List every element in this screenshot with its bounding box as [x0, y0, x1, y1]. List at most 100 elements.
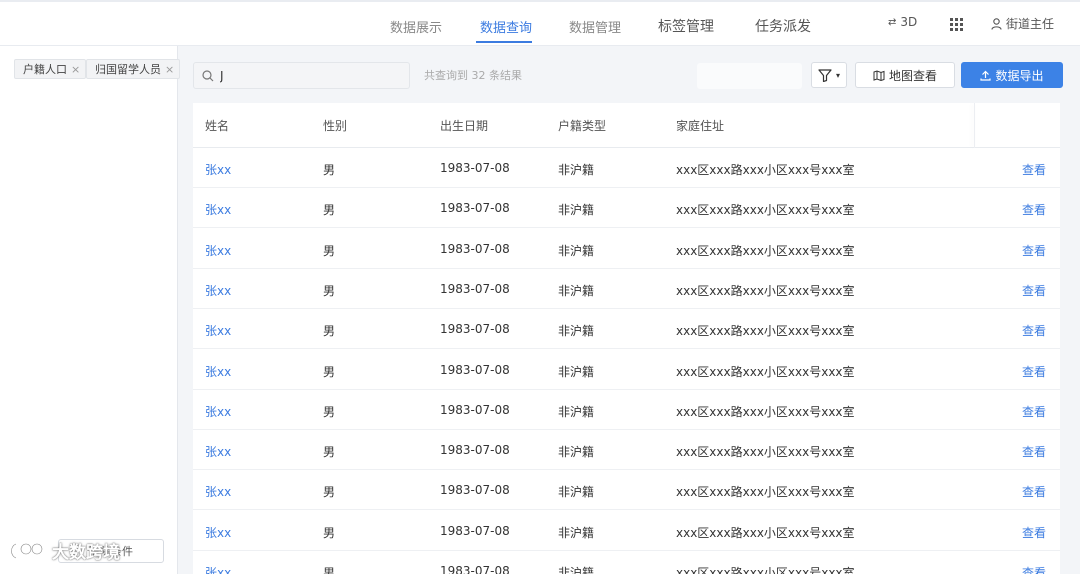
header-household-type: 户籍类型 [558, 119, 607, 133]
view-link[interactable]: 查看 [1022, 564, 1046, 574]
gender-cell: 男 [323, 525, 336, 540]
search-input[interactable] [220, 68, 400, 83]
watermark: 大数跨境 [8, 538, 120, 563]
address-cell: xxx区xxx路xxx小区xxx号xxx室 [676, 525, 855, 540]
filter-dropdown-button[interactable]: ▾ [811, 62, 847, 88]
table-row: 张xx 男 1983-07-08 非沪籍 xxx区xxx路xxx小区xxx号xxx室 查看 [193, 390, 1060, 430]
swap-arrows-icon: ⇄ [888, 16, 897, 28]
close-icon[interactable]: × [165, 63, 174, 76]
filter-sidebar: 户籍人口 × 归国留学人员 × 清除条件 大数跨境 [0, 46, 181, 574]
household-type-cell: 非沪籍 [558, 485, 595, 500]
household-type-cell: 非沪籍 [558, 243, 595, 258]
map-view-button[interactable]: 地图查看 [855, 62, 955, 88]
address-cell: xxx区xxx路xxx小区xxx号xxx室 [676, 445, 855, 460]
results-table: 姓名 性别 出生日期 户籍类型 家庭住址 张xx 男 1983-07-08 非沪籍 xx… [193, 103, 1060, 574]
view-link[interactable]: 查看 [1022, 443, 1046, 460]
table-row: 张xx 男 1983-07-08 非沪籍 xxx区xxx路xxx小区xxx号xxx室 查看 [193, 309, 1060, 350]
birth-date-cell: 1983-07-08 [440, 362, 510, 377]
birth-date-cell: 1983-07-08 [440, 322, 510, 337]
view-link[interactable]: 查看 [1022, 322, 1046, 339]
filter-tag-returnees: 归国留学人员 × [86, 59, 181, 79]
table-row: 张xx 男 1983-07-08 非沪籍 xxx区xxx路xxx小区xxx号xxx室 查看 [193, 229, 1060, 269]
name-link[interactable]: 张xx [205, 564, 231, 574]
funnel-icon [818, 68, 832, 82]
birth-date-cell: 1983-07-08 [440, 201, 510, 216]
search-icon [202, 69, 214, 81]
gender-cell: 男 [323, 566, 336, 574]
gender-cell: 男 [323, 445, 336, 460]
close-icon[interactable]: × [71, 63, 80, 76]
household-type-cell: 非沪籍 [558, 163, 595, 177]
view-link[interactable]: 查看 [1022, 201, 1046, 218]
birth-date-cell: 1983-07-08 [440, 483, 510, 498]
household-type-cell: 非沪籍 [558, 324, 595, 339]
filter-tag-household: 户籍人口 × [14, 59, 87, 79]
name-link[interactable]: 张xx [205, 443, 231, 460]
tab-tag-management[interactable]: 标签管理 [658, 16, 714, 36]
birth-date-cell: 1983-07-08 [440, 523, 510, 538]
active-tab-indicator [476, 41, 532, 43]
table-row: 张xx 男 1983-07-08 非沪籍 xxx区xxx路xxx小区xxx号xxx室 查看 [193, 470, 1060, 511]
tab-data-query[interactable]: 数据查询 [480, 17, 532, 36]
view-link[interactable]: 查看 [1022, 282, 1046, 299]
top-border [0, 0, 1080, 2]
export-data-button[interactable]: 数据导出 [961, 62, 1063, 88]
household-type-cell: 非沪籍 [558, 445, 595, 460]
gender-cell: 男 [323, 203, 336, 218]
table-row: 张xx 男 1983-07-08 非沪籍 xxx区xxx路xxx小区xxx号xxx室 查看 [193, 511, 1060, 551]
view-link[interactable]: 查看 [1022, 403, 1046, 420]
tab-data-management[interactable]: 数据管理 [569, 17, 621, 36]
birth-date-cell: 1983-07-08 [440, 564, 510, 574]
user-menu[interactable]: 街道主任 [991, 15, 1054, 32]
header-birth-date: 出生日期 [440, 119, 489, 133]
table-row: 张xx 男 1983-07-08 非沪籍 xxx区xxx路xxx小区xxx号xxx室 查看 [193, 269, 1060, 309]
name-link[interactable]: 张xx [205, 242, 231, 259]
address-cell: xxx区xxx路xxx小区xxx号xxx室 [676, 243, 855, 258]
search-box[interactable] [193, 62, 410, 89]
address-cell: xxx区xxx路xxx小区xxx号xxx室 [676, 566, 855, 574]
name-link[interactable]: 张xx [205, 282, 231, 299]
watermark-logo-icon [10, 542, 44, 559]
table-header: 姓名 性别 出生日期 户籍类型 家庭住址 [193, 103, 1060, 148]
view-link[interactable]: 查看 [1022, 161, 1046, 178]
fixed-column-divider [974, 103, 975, 148]
header-address: 家庭住址 [676, 119, 725, 133]
address-cell: xxx区xxx路xxx小区xxx号xxx室 [676, 163, 855, 177]
tab-task-dispatch[interactable]: 任务派发 [755, 16, 811, 36]
name-link[interactable]: 张xx [205, 483, 231, 500]
address-cell: xxx区xxx路xxx小区xxx号xxx室 [676, 404, 855, 419]
name-link[interactable]: 张xx [205, 322, 231, 339]
view-link[interactable]: 查看 [1022, 363, 1046, 380]
name-link[interactable]: 张xx [205, 161, 231, 178]
view-link[interactable]: 查看 [1022, 483, 1046, 500]
name-link[interactable]: 张xx [205, 524, 231, 541]
address-cell: xxx区xxx路xxx小区xxx号xxx室 [676, 485, 855, 500]
address-cell: xxx区xxx路xxx小区xxx号xxx室 [676, 364, 855, 379]
gender-cell: 男 [323, 364, 336, 379]
view-link[interactable]: 查看 [1022, 242, 1046, 259]
header-name: 姓名 [205, 119, 230, 133]
empty-toolbar-slot [697, 63, 802, 89]
3d-toggle[interactable]: ⇄ 3D [888, 15, 917, 29]
filter-tag-label: 户籍人口 [23, 63, 67, 76]
birth-date-cell: 1983-07-08 [440, 402, 510, 417]
watermark-text: 大数跨境 [52, 543, 120, 563]
household-type-cell: 非沪籍 [558, 525, 595, 540]
tab-data-display[interactable]: 数据展示 [390, 17, 442, 36]
filter-tag-label: 归国留学人员 [95, 63, 161, 76]
header-gender: 性别 [323, 119, 348, 133]
name-link[interactable]: 张xx [205, 403, 231, 420]
gender-cell: 男 [323, 404, 336, 419]
view-link[interactable]: 查看 [1022, 524, 1046, 541]
export-label: 数据导出 [995, 68, 1044, 83]
table-row: 张xx 男 1983-07-08 非沪籍 xxx区xxx路xxx小区xxx号xxx室 查看 [193, 551, 1060, 574]
gender-cell: 男 [323, 243, 336, 258]
gender-cell: 男 [323, 324, 336, 339]
name-link[interactable]: 张xx [205, 363, 231, 380]
chevron-down-icon: ▾ [835, 70, 840, 80]
apps-menu-button[interactable] [950, 18, 963, 31]
top-nav-bar: 数据展示 数据查询 数据管理 标签管理 任务派发 ⇄ 3D 街道主任 [0, 0, 1080, 46]
name-link[interactable]: 张xx [205, 201, 231, 218]
household-type-cell: 非沪籍 [558, 566, 595, 574]
household-type-cell: 非沪籍 [558, 283, 595, 298]
